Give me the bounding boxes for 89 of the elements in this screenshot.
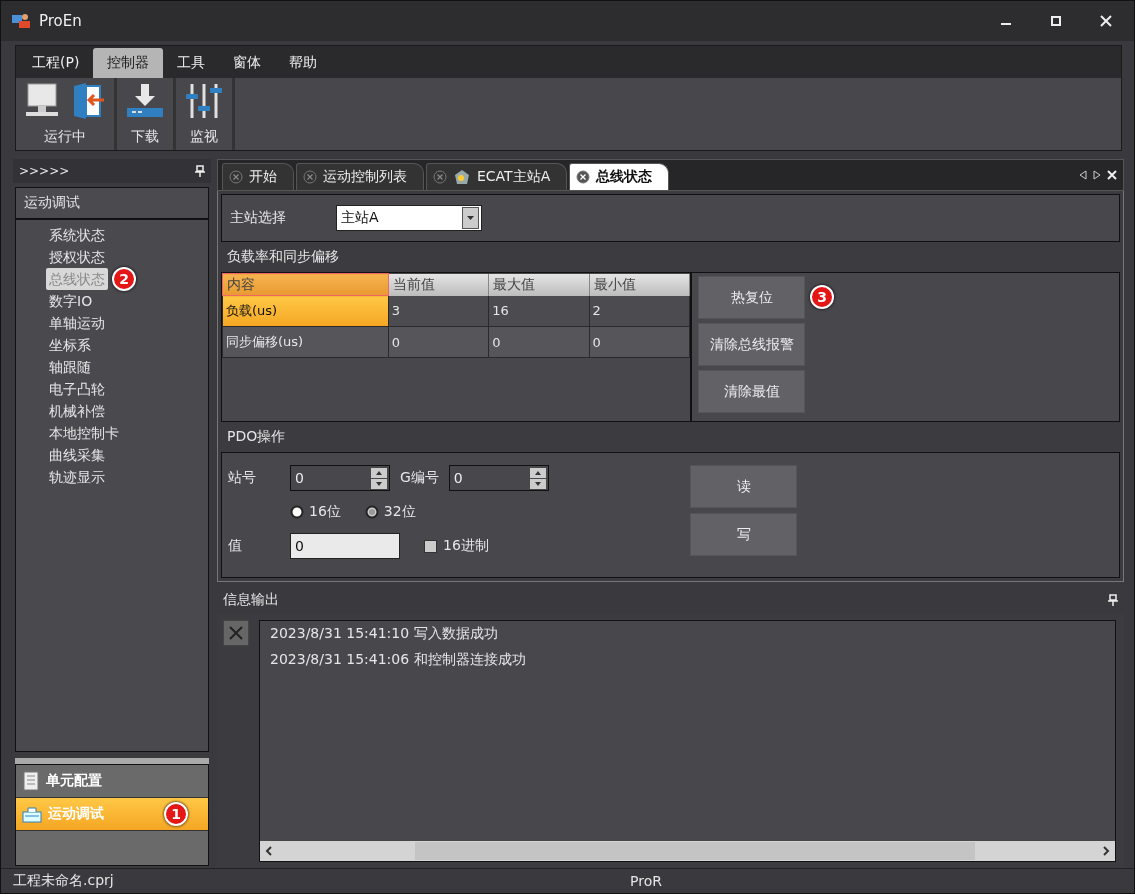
action-button[interactable]: 清除最值 xyxy=(698,370,805,413)
device-icon xyxy=(453,169,471,185)
maximize-icon[interactable] xyxy=(1051,16,1061,26)
sidebar-item[interactable]: 坐标系 xyxy=(46,334,94,356)
table-cell: 0 xyxy=(488,326,590,358)
sliders-icon[interactable] xyxy=(184,82,224,120)
menu-tab[interactable]: 帮助 xyxy=(275,48,332,78)
sidebar-item[interactable]: 单轴运动 xyxy=(46,312,108,334)
callout-number: 1 xyxy=(164,802,188,826)
panel-title: 信息输出 xyxy=(223,591,279,609)
tray-icon xyxy=(22,805,42,823)
field-label: G编号 xyxy=(400,469,439,487)
table-cell: 同步偏移(us) xyxy=(222,326,389,358)
sidebar-item[interactable]: 轴跟随 xyxy=(46,356,94,378)
close-tab-icon[interactable] xyxy=(229,170,243,184)
table-cell: 3 xyxy=(388,295,489,327)
spin-arrows-icon[interactable] xyxy=(371,467,387,489)
table-cell: 0 xyxy=(589,326,690,358)
nav-item[interactable]: 运动调试 1 xyxy=(16,798,208,831)
sidebar-item[interactable]: 机械补偿 xyxy=(46,400,108,422)
callout-number: 2 xyxy=(112,267,136,291)
action-button[interactable]: 热复位 xyxy=(698,276,805,319)
close-tab-icon[interactable] xyxy=(576,170,591,184)
group-spinbox[interactable]: 0 xyxy=(448,465,549,491)
radio-label: 32位 xyxy=(383,503,416,521)
sidebar-item[interactable]: 曲线采集 xyxy=(46,444,108,466)
callout-number: 3 xyxy=(810,285,834,309)
menu-tab[interactable]: 工具 xyxy=(163,48,220,78)
window-title: ProEn xyxy=(39,12,82,30)
column-header: 最大值 xyxy=(488,273,590,296)
status-text: 工程未命名.cprj xyxy=(13,872,114,890)
action-button[interactable]: 读 xyxy=(690,465,797,508)
sidebar-item[interactable]: 授权状态 xyxy=(46,246,108,268)
ribbon-label: 运行中 xyxy=(44,128,86,146)
column-header: 内容 xyxy=(222,273,389,296)
section-title: PDO操作 xyxy=(226,427,287,446)
action-button[interactable]: 清除总线报警 xyxy=(698,323,805,366)
sidebar-item[interactable]: 轨迹显示 xyxy=(46,466,108,488)
column-header: 当前值 xyxy=(388,273,489,296)
download-icon[interactable] xyxy=(125,82,165,120)
table-cell: 2 xyxy=(589,295,690,327)
column-header: 最小值 xyxy=(589,273,690,296)
panel-header[interactable]: >>>>> xyxy=(19,164,70,178)
app-icon xyxy=(11,12,31,30)
field-label: 值 xyxy=(228,537,243,555)
radio-button[interactable] xyxy=(364,505,379,519)
menu-tab[interactable]: 控制器 xyxy=(93,48,164,78)
menu-tab[interactable]: 工程(P) xyxy=(18,48,94,78)
document-icon xyxy=(22,771,40,791)
log-message: 2023/8/31 15:41:06 和控制器连接成功 xyxy=(270,651,527,669)
pin-icon[interactable] xyxy=(195,165,205,177)
station-spinbox[interactable]: 0 xyxy=(290,465,390,491)
document-tab[interactable]: 总线状态 xyxy=(569,163,670,190)
field-label: 主站选择 xyxy=(230,209,286,227)
table-cell: 负载(us) xyxy=(222,295,389,327)
close-icon[interactable] xyxy=(1107,170,1117,180)
clear-icon[interactable] xyxy=(229,626,243,640)
close-icon[interactable] xyxy=(1100,15,1112,27)
document-tab[interactable]: 运动控制列表 xyxy=(296,163,424,190)
table-cell: 16 xyxy=(488,295,590,327)
section-title: 负载率和同步偏移 xyxy=(226,247,340,266)
ribbon-label: 监视 xyxy=(190,128,218,146)
master-dropdown[interactable]: 主站A xyxy=(336,205,482,231)
value-input[interactable]: 0 xyxy=(290,533,400,559)
close-tab-icon[interactable] xyxy=(433,170,447,184)
field-label: 站号 xyxy=(228,469,257,487)
pin-icon[interactable] xyxy=(1108,594,1118,606)
menu-tab[interactable]: 窗体 xyxy=(219,48,276,78)
sidebar-item[interactable]: 本地控制卡 xyxy=(46,422,122,444)
radio-label: 16位 xyxy=(309,503,341,521)
spin-arrows-icon[interactable] xyxy=(529,467,546,489)
horizontal-scrollbar[interactable] xyxy=(260,841,1115,861)
close-tab-icon[interactable] xyxy=(303,170,317,184)
dropdown-arrow-icon[interactable] xyxy=(467,216,474,220)
table-cell: 0 xyxy=(388,326,489,358)
sidebar-item[interactable]: 数字IO xyxy=(46,290,96,312)
action-button[interactable]: 写 xyxy=(690,513,797,556)
sidebar-item[interactable]: 系统状态 xyxy=(46,224,108,246)
scroll-left-icon[interactable] xyxy=(265,846,273,856)
ribbon-label: 下载 xyxy=(131,128,159,146)
radio-button[interactable] xyxy=(290,505,304,519)
sidebar-item[interactable]: 电子凸轮 xyxy=(46,378,108,400)
document-tab[interactable]: 开始 xyxy=(222,163,294,190)
status-text: ProR xyxy=(630,873,662,889)
log-message: 2023/8/31 15:41:10 写入数据成功 xyxy=(270,625,499,643)
checkbox-label: 16进制 xyxy=(443,537,489,555)
document-tab[interactable]: ECAT主站A xyxy=(426,163,568,190)
scroll-right-icon[interactable] xyxy=(1102,846,1110,856)
checkbox[interactable] xyxy=(424,539,437,553)
